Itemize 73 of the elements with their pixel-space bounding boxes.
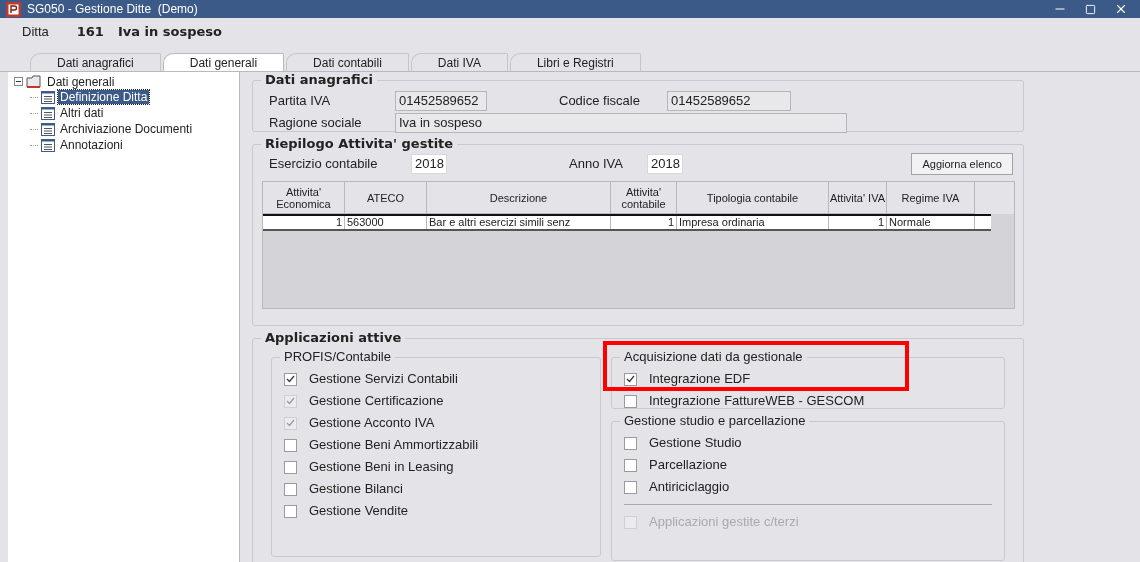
checkbox[interactable] <box>624 394 637 408</box>
checkbox[interactable] <box>284 372 297 386</box>
checkbox[interactable] <box>624 458 637 472</box>
field-label: Anno IVA <box>569 155 624 174</box>
group-title: Riepilogo Attivita' gestite <box>261 136 458 152</box>
window-title: SG050 - Gestione Ditte (Demo) <box>27 1 198 18</box>
table-cell: 563000 <box>345 216 427 229</box>
checkbox-label: Gestione Studio <box>649 434 742 453</box>
field-label: Partita IVA <box>269 92 332 111</box>
checkmark-icon <box>286 419 295 427</box>
tab[interactable]: Dati IVA <box>410 53 508 71</box>
document-icon <box>41 90 55 104</box>
checkbox[interactable] <box>284 438 297 452</box>
table-cell: Normale <box>887 216 975 229</box>
group-title: Acquisizione dati da gestionale <box>620 349 807 365</box>
maximize-icon[interactable] <box>1085 3 1096 15</box>
table-cell: 1 <box>829 216 887 229</box>
checkbox[interactable] <box>624 436 637 450</box>
table-cell: 1 <box>263 216 345 229</box>
field-label: Ragione sociale <box>269 114 363 133</box>
checkbox-label: Antiriciclaggio <box>649 478 730 497</box>
checkbox-label: Gestione Beni Ammortizzabili <box>309 436 479 455</box>
tab[interactable]: Libri e Registri <box>509 53 641 71</box>
document-icon <box>41 138 55 152</box>
ditta-code: 161 <box>76 23 104 42</box>
checkbox-label: Gestione Acconto IVA <box>309 414 435 433</box>
tab[interactable]: Dati anagrafici <box>30 53 161 71</box>
table-cell: Bar e altri esercizi simili senz <box>427 216 611 229</box>
table-cell: Impresa ordinaria <box>677 216 829 229</box>
group-title: Applicazioni attive <box>261 330 406 346</box>
checkbox[interactable] <box>284 482 297 496</box>
checkbox-label: Gestione Vendite <box>309 502 409 521</box>
collapse-icon[interactable] <box>14 77 23 86</box>
ditta-label: Ditta <box>22 23 49 42</box>
checkbox-label: Gestione Bilanci <box>309 480 403 499</box>
text-field[interactable]: 01452589652 <box>667 91 791 111</box>
text-field[interactable]: Iva in sospeso <box>395 113 847 133</box>
checkbox-label: Gestione Servizi Contabili <box>309 370 458 389</box>
tree-item[interactable]: Dati generali <box>47 72 115 91</box>
group-title: Gestione studio e parcellazione <box>620 413 810 429</box>
checkbox-label: Parcellazione <box>649 456 728 475</box>
checkbox[interactable] <box>624 480 637 494</box>
tree-item[interactable]: Altri dati <box>58 106 106 120</box>
ditta-name: Iva in sospeso <box>117 23 222 42</box>
checkbox-label: Integrazione EDF <box>649 370 751 389</box>
checkbox-label: Applicazioni gestite c/terzi <box>649 513 799 532</box>
field-label: Codice fiscale <box>559 92 641 111</box>
checkbox[interactable] <box>284 460 297 474</box>
checkbox[interactable] <box>624 372 637 386</box>
close-icon[interactable] <box>1114 2 1128 16</box>
checkmark-icon <box>626 375 635 383</box>
update-list-button[interactable]: Aggiorna elenco <box>911 153 1013 175</box>
text-field[interactable]: 2018 <box>411 154 447 174</box>
tree-item[interactable]: Definizione Ditta <box>58 90 150 104</box>
tab[interactable]: Dati contabili <box>286 53 409 71</box>
checkmark-icon <box>286 397 295 405</box>
tree-item[interactable]: Archiviazione Documenti <box>58 122 195 136</box>
text-field[interactable]: 2018 <box>647 154 683 174</box>
table-cell: 1 <box>611 216 677 229</box>
checkbox[interactable] <box>284 504 297 518</box>
tree-item[interactable]: Annotazioni <box>58 138 125 152</box>
checkbox-label: Gestione Beni in Leasing <box>309 458 454 477</box>
checkbox-label: Integrazione FattureWEB - GESCOM <box>649 392 865 411</box>
tab[interactable]: Dati generali <box>162 53 285 71</box>
document-icon <box>41 106 55 120</box>
app-logo-icon <box>6 1 21 17</box>
text-field[interactable]: 01452589652 <box>395 91 487 111</box>
group-title: Dati anagrafici <box>261 72 377 88</box>
folder-icon <box>26 75 44 88</box>
document-icon <box>41 122 55 136</box>
checkbox-label: Gestione Certificazione <box>309 392 444 411</box>
checkmark-icon <box>286 375 295 383</box>
field-label: Esercizio contabile <box>269 155 379 174</box>
